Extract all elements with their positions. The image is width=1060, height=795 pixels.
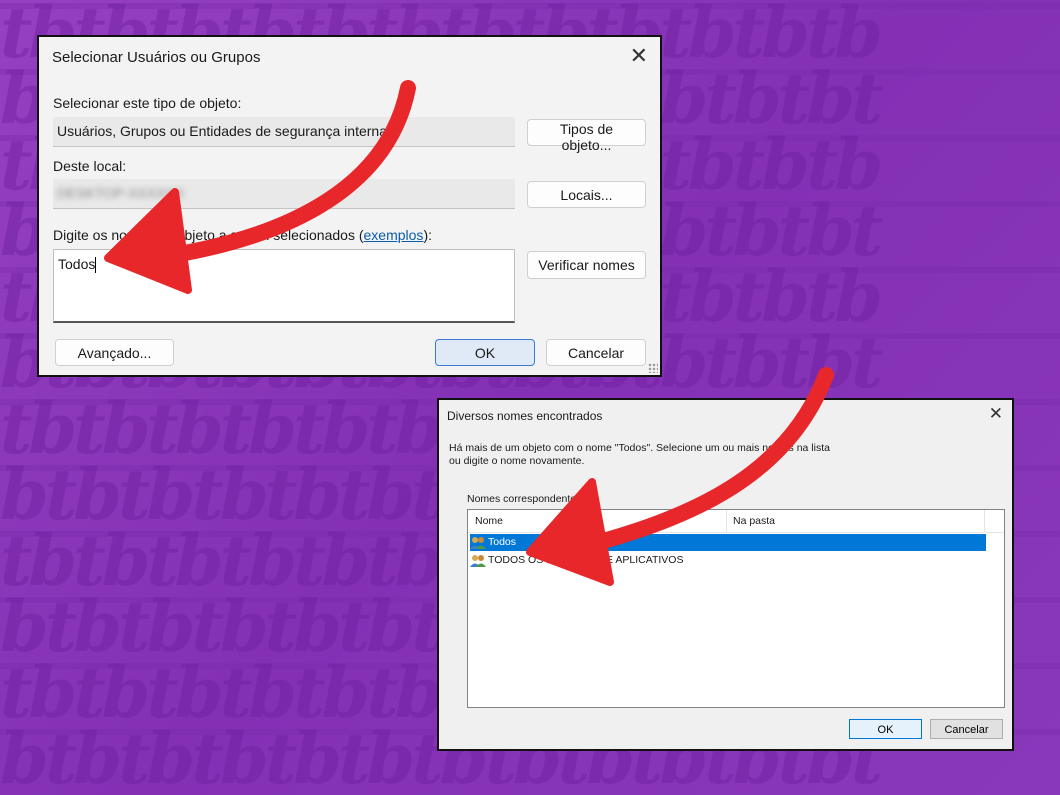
ok-button[interactable]: OK [849, 719, 922, 739]
location-label: Deste local: [53, 158, 127, 174]
names-label: Digite os nomes de objeto a serem seleci… [53, 227, 432, 243]
text-caret [95, 257, 97, 274]
dialog-message: Há mais de um objeto com o nome "Todos".… [449, 442, 830, 467]
locations-button[interactable]: Locais... [527, 181, 646, 208]
cancel-button[interactable]: Cancelar [930, 719, 1003, 739]
matching-names-label: Nomes correspondentes: [467, 493, 585, 505]
names-label-prefix: Digite os nomes de objeto a serem seleci… [53, 227, 364, 243]
object-type-field: Usuários, Grupos ou Entidades de seguran… [53, 117, 515, 147]
close-icon[interactable]: ✕ [630, 43, 648, 69]
names-input[interactable]: Todos [53, 249, 515, 323]
column-divider[interactable] [984, 510, 985, 532]
users-icon [470, 554, 486, 567]
list-item[interactable]: TODOS OS PACOTES DE APLICATIVOS [470, 552, 683, 569]
multiple-names-dialog: Diversos nomes encontrados ✕ Há mais de … [437, 398, 1014, 751]
column-header-folder[interactable]: Na pasta [733, 515, 775, 527]
column-header-name[interactable]: Nome [475, 515, 503, 527]
list-header: Nome Na pasta [468, 510, 1004, 533]
advanced-button[interactable]: Avançado... [55, 339, 174, 366]
dialog-title: Selecionar Usuários ou Grupos [52, 49, 261, 66]
object-types-button[interactable]: Tipos de objeto... [527, 119, 646, 153]
names-label-suffix: ): [423, 227, 432, 243]
list-item-name: TODOS OS PACOTES DE APLICATIVOS [488, 554, 684, 566]
examples-link[interactable]: exemplos [364, 227, 424, 243]
users-icon [470, 536, 486, 549]
select-users-dialog: Selecionar Usuários ou Grupos ✕ Selecion… [37, 35, 662, 377]
resize-grip[interactable] [648, 363, 658, 373]
close-icon[interactable]: ✕ [989, 404, 1003, 424]
ok-button[interactable]: OK [435, 339, 535, 366]
location-value: DESKTOP-XXXXXX [57, 185, 185, 201]
cancel-button[interactable]: Cancelar [546, 339, 646, 366]
names-input-value: Todos [58, 256, 96, 272]
list-item[interactable]: Todos [470, 534, 986, 551]
object-type-label: Selecionar este tipo de objeto: [53, 95, 242, 111]
location-field: DESKTOP-XXXXXX [53, 179, 515, 209]
list-item-name: Todos [488, 536, 517, 548]
column-divider[interactable] [726, 510, 727, 532]
check-names-button[interactable]: Verificar nomes [527, 251, 646, 279]
names-list[interactable]: Nome Na pasta Todos TODOS OS PACOTES DE … [467, 509, 1005, 708]
dialog-title: Diversos nomes encontrados [447, 409, 603, 423]
